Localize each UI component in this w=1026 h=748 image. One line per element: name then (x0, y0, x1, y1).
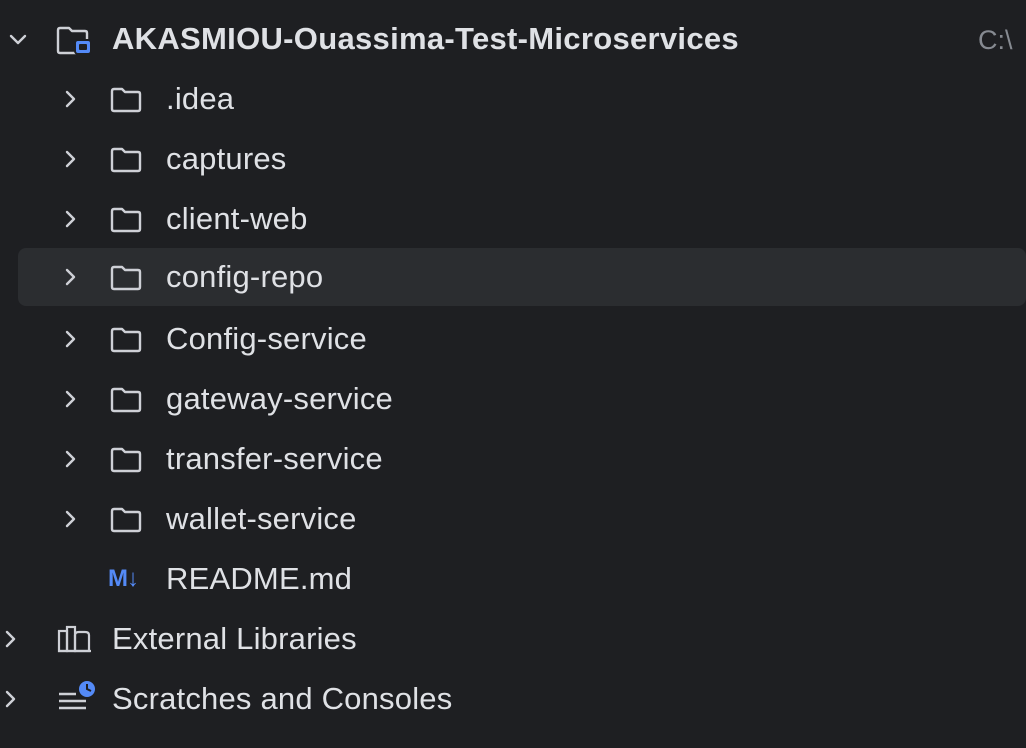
tree-row-folder[interactable]: gateway-service (0, 370, 1026, 428)
file-label: README.md (166, 561, 353, 596)
chevron-down-icon[interactable] (6, 27, 30, 51)
chevron-right-icon[interactable] (58, 327, 82, 351)
tree-row-file[interactable]: M↓ README.md (0, 550, 1026, 608)
root-label: Scratches and Consoles (112, 681, 453, 716)
chevron-right-icon[interactable] (58, 447, 82, 471)
folder-label: config-repo (166, 259, 324, 294)
chevron-right-icon[interactable] (0, 627, 24, 651)
folder-label: transfer-service (166, 441, 383, 476)
folder-label: captures (166, 141, 287, 176)
tree-row-folder[interactable]: transfer-service (0, 430, 1026, 488)
tree-row-project-root[interactable]: AKASMIOU-Ouassima-Test-Microservices C:\ (0, 10, 1026, 68)
folder-icon (110, 387, 142, 413)
project-name: AKASMIOU-Ouassima-Test-Microservices (112, 21, 739, 56)
root-label: External Libraries (112, 621, 357, 656)
tree-row-folder[interactable]: Config-service (0, 310, 1026, 368)
chevron-right-icon[interactable] (58, 207, 82, 231)
folder-icon (110, 87, 142, 113)
folder-icon (110, 327, 142, 353)
scratches-icon (59, 681, 95, 710)
chevron-right-icon[interactable] (58, 507, 82, 531)
chevron-right-icon[interactable] (0, 687, 24, 711)
tree-row-folder[interactable]: wallet-service (0, 490, 1026, 548)
folder-label: Config-service (166, 321, 367, 356)
project-folder-icon (56, 26, 92, 55)
chevron-right-icon[interactable] (58, 87, 82, 111)
folder-label: .idea (166, 81, 235, 116)
chevron-right-icon[interactable] (58, 265, 82, 289)
chevron-right-icon[interactable] (58, 147, 82, 171)
markdown-icon: M↓ (108, 565, 139, 592)
folder-icon (110, 207, 142, 233)
folder-label: gateway-service (166, 381, 393, 416)
tree-row-folder[interactable]: .idea (0, 70, 1026, 128)
folder-label: wallet-service (166, 501, 357, 536)
folder-label: client-web (166, 201, 308, 236)
tree-row-folder-hovered[interactable]: config-repo (18, 248, 1026, 306)
tree-row-external-libraries[interactable]: External Libraries (0, 610, 1026, 668)
tree-row-folder[interactable]: client-web (0, 190, 1026, 248)
folder-icon (110, 447, 142, 473)
project-path: C:\ (978, 25, 1013, 55)
tree-row-folder[interactable]: captures (0, 130, 1026, 188)
tree-row-scratches[interactable]: Scratches and Consoles (0, 670, 1026, 728)
chevron-right-icon[interactable] (58, 387, 82, 411)
folder-icon (110, 265, 142, 291)
library-icon (57, 625, 91, 653)
folder-icon (110, 507, 142, 533)
folder-icon (110, 147, 142, 173)
project-tree-panel: AKASMIOU-Ouassima-Test-Microservices C:\… (0, 0, 1026, 748)
